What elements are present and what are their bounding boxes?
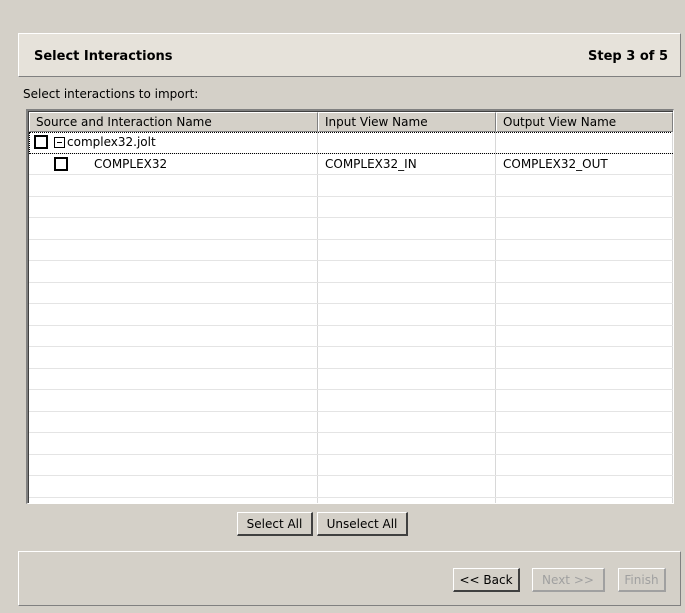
column-header-source[interactable]: Source and Interaction Name bbox=[29, 112, 318, 132]
source-name: complex32.jolt bbox=[67, 135, 156, 149]
instruction-label: Select interactions to import: bbox=[23, 87, 199, 101]
select-all-button[interactable]: Select All bbox=[237, 512, 313, 536]
table-row-empty bbox=[29, 347, 673, 369]
table-row-interaction[interactable]: COMPLEX32 COMPLEX32_IN COMPLEX32_OUT bbox=[29, 153, 673, 175]
table-row-empty bbox=[29, 282, 673, 304]
interactions-table: Source and Interaction Name Input View N… bbox=[26, 109, 674, 504]
table-row-empty bbox=[29, 196, 673, 218]
table-row-empty bbox=[29, 175, 673, 197]
collapse-toggle-icon[interactable] bbox=[54, 137, 65, 148]
table-body: complex32.jolt COMPLEX32 COMPLEX32_IN CO… bbox=[29, 132, 673, 503]
table-header: Source and Interaction Name Input View N… bbox=[29, 112, 673, 132]
table-row-empty bbox=[29, 433, 673, 455]
interaction-name: COMPLEX32 bbox=[94, 156, 168, 171]
table-row-empty bbox=[29, 411, 673, 433]
table-row-empty bbox=[29, 390, 673, 412]
page-title: Select Interactions bbox=[34, 49, 173, 64]
step-indicator: Step 3 of 5 bbox=[588, 49, 668, 64]
source-checkbox[interactable] bbox=[34, 135, 48, 149]
column-header-output-view[interactable]: Output View Name bbox=[496, 112, 673, 132]
table-row-empty bbox=[29, 368, 673, 390]
table-row-empty bbox=[29, 239, 673, 261]
next-button[interactable]: Next >> bbox=[532, 568, 605, 592]
column-header-input-view[interactable]: Input View Name bbox=[318, 112, 496, 132]
input-view-name: COMPLEX32_IN bbox=[318, 153, 496, 174]
back-button[interactable]: << Back bbox=[453, 568, 520, 592]
table-row-empty bbox=[29, 497, 673, 503]
output-view-name: COMPLEX32_OUT bbox=[496, 153, 673, 174]
table-row-source[interactable]: complex32.jolt bbox=[29, 132, 673, 154]
table-row-empty bbox=[29, 304, 673, 326]
table-row-empty bbox=[29, 325, 673, 347]
wizard-header: Select Interactions Step 3 of 5 bbox=[18, 33, 681, 77]
table-row-empty bbox=[29, 261, 673, 283]
table-row-empty bbox=[29, 476, 673, 498]
unselect-all-button[interactable]: Unselect All bbox=[317, 512, 408, 536]
interaction-checkbox[interactable] bbox=[54, 156, 68, 171]
table-row-empty bbox=[29, 218, 673, 240]
finish-button[interactable]: Finish bbox=[618, 568, 666, 592]
table-row-empty bbox=[29, 454, 673, 476]
